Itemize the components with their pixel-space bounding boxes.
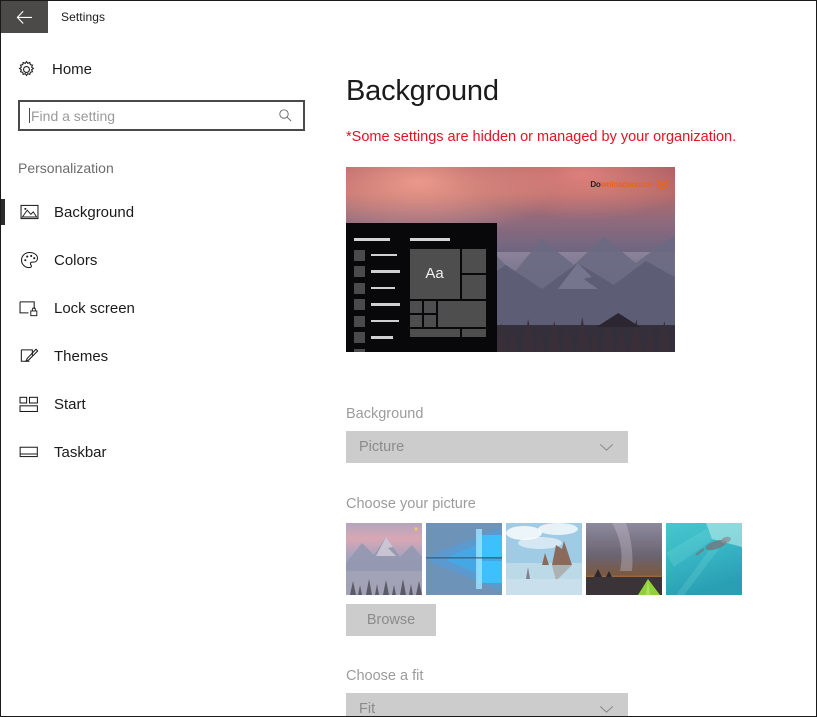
start-tile [409,314,422,327]
window-title: Settings [61,10,106,24]
start-tile [409,328,460,337]
choose-picture-label: Choose your picture [346,496,476,512]
watermark: Downloadsource [590,177,669,192]
settings-body: Home Personalization [1,33,816,716]
chevron-down-icon [599,705,614,714]
sidebar-item-lock-screen[interactable]: Lock screen [1,284,343,332]
title-bar: Settings [1,1,816,33]
preview-start-menu: Aa [346,223,498,352]
watermark-part-2: wnload [600,180,628,189]
start-menu-tiles: Aa [409,237,489,341]
home-label: Home [52,60,93,78]
sidebar-item-label: Lock screen [54,299,135,317]
background-dropdown[interactable]: Picture [346,431,628,463]
start-tile [423,314,436,327]
text-caret [29,108,30,123]
start-menu-header-line [354,237,390,241]
choose-fit-label: Choose a fit [346,668,424,684]
double-chevron-down-icon [656,177,669,192]
underwater-swimmer-thumbnail[interactable] [666,523,742,595]
choose-fit-field: Choose a fit Fit [346,668,816,716]
sidebar-item-label: Background [54,203,135,221]
windows-hero-thumbnail[interactable] [426,523,502,595]
background-field: Background Picture [346,406,816,463]
lock-screen-icon [18,297,40,319]
browse-button[interactable]: Browse [346,604,436,636]
back-button[interactable] [1,1,48,33]
sidebar: Home Personalization [1,33,343,716]
desktop-preview: Downloadsource Aa [346,167,675,352]
background-dropdown-value: Picture [359,439,405,455]
start-tiles-icon [18,393,40,415]
search-box[interactable] [18,100,305,131]
brush-icon [18,345,40,367]
back-arrow-icon [16,10,33,25]
picture-thumbnail-list [346,523,816,595]
palette-icon [18,249,40,271]
start-tile-aa: Aa [409,248,460,299]
selection-indicator [1,199,5,225]
start-tile [461,328,486,337]
sidebar-section-title: Personalization [18,160,114,176]
chevron-down-icon [599,443,614,452]
start-tile [461,274,486,299]
main-content: Background *Some settings are hidden or … [343,33,816,716]
watermark-part-1: Do [590,180,601,189]
fit-dropdown[interactable]: Fit [346,693,628,716]
sidebar-nav: Background Colors Lock screen Themes Sta… [1,188,343,476]
sidebar-item-label: Start [54,395,86,413]
taskbar-icon [18,441,40,463]
sidebar-item-label: Colors [54,251,98,269]
watermark-text: Downloadsource [590,180,652,189]
start-tile [437,300,486,327]
gear-icon [17,60,41,79]
sidebar-item-label: Themes [54,347,109,365]
page-title: Background [346,75,499,107]
night-sky-tent-thumbnail[interactable] [586,523,662,595]
sidebar-item-label: Taskbar [54,443,107,461]
watermark-part-3: source [626,180,652,189]
search-input[interactable] [31,107,278,124]
fit-dropdown-value: Fit [359,701,376,716]
start-tile [409,300,422,313]
start-menu-app-list [354,237,400,352]
picture-icon [18,201,40,223]
mountain-sunset-thumbnail[interactable] [346,523,422,595]
sidebar-item-taskbar[interactable]: Taskbar [1,428,343,476]
start-tile [461,248,486,273]
beach-sea-stack-thumbnail[interactable] [506,523,582,595]
choose-picture-field: Choose your picture Browse [346,496,816,636]
search-icon[interactable] [278,108,293,123]
sidebar-item-home[interactable]: Home [1,52,343,86]
background-label: Background [346,406,424,422]
start-menu-tiles-header [409,237,451,241]
sidebar-item-start[interactable]: Start [1,380,343,428]
organization-warning: *Some settings are hidden or managed by … [346,129,737,145]
settings-window: Settings Home Find a setting Personaliza… [0,0,817,717]
sidebar-item-themes[interactable]: Themes [1,332,343,380]
sidebar-item-colors[interactable]: Colors [1,236,343,284]
sidebar-item-background[interactable]: Background [1,188,343,236]
start-tile [423,300,436,313]
